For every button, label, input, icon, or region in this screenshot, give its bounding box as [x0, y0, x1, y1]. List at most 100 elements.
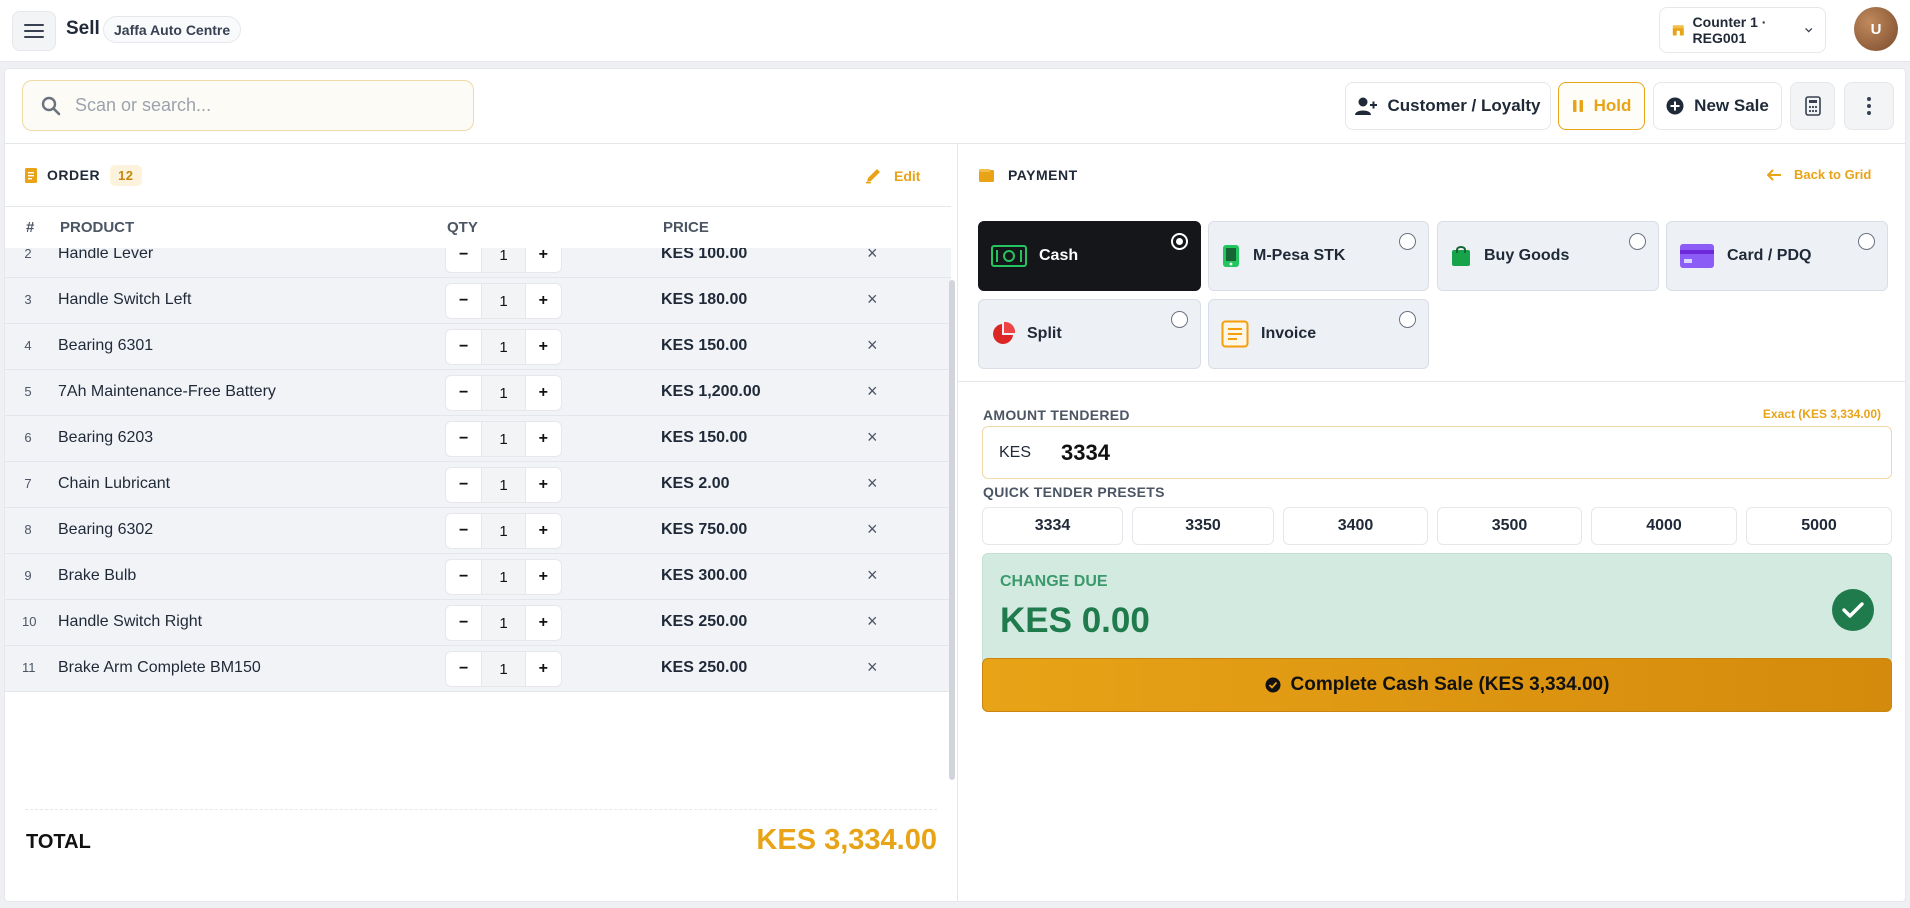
increase-qty-button[interactable]: + [526, 422, 561, 456]
column-index: # [26, 219, 35, 236]
amount-tendered-input[interactable] [1061, 439, 1762, 466]
decrease-qty-button[interactable]: − [446, 248, 481, 272]
quantity-value[interactable]: 1 [481, 560, 526, 594]
increase-qty-button[interactable]: + [526, 248, 561, 272]
payment-divider [958, 381, 1905, 382]
preset-button[interactable]: 3500 [1437, 507, 1582, 545]
order-row: 5 7Ah Maintenance-Free Battery −1 + KES 1,20… [5, 370, 951, 416]
increase-qty-button[interactable]: + [526, 606, 561, 640]
decrease-qty-button[interactable]: − [446, 330, 481, 364]
remove-item-button[interactable]: × [867, 427, 878, 448]
product-name: 7Ah Maintenance-Free Battery [58, 383, 276, 400]
decrease-qty-button[interactable]: − [446, 606, 481, 640]
increase-qty-button[interactable]: + [526, 514, 561, 548]
product-price: KES 250.00 [661, 613, 748, 630]
quantity-value[interactable]: 1 [481, 330, 526, 364]
quantity-value[interactable]: 1 [481, 248, 526, 272]
remove-item-button[interactable]: × [867, 473, 878, 494]
row-index: 7 [24, 476, 32, 491]
decrease-qty-button[interactable]: − [446, 652, 481, 686]
increase-qty-button[interactable]: + [526, 284, 561, 318]
hold-label: Hold [1593, 96, 1632, 115]
remove-item-button[interactable]: × [867, 519, 878, 540]
increase-qty-button[interactable]: + [526, 652, 561, 686]
increase-qty-button[interactable]: + [526, 330, 561, 364]
order-row: 7 Chain Lubricant −1 + KES 2.00 × [5, 462, 951, 508]
calculator-button[interactable] [1790, 82, 1835, 130]
quantity-value[interactable]: 1 [481, 284, 526, 318]
row-index: 11 [22, 660, 36, 675]
edit-order-button[interactable]: Edit [865, 167, 920, 184]
row-index: 2 [24, 248, 32, 261]
payment-method-card[interactable]: Card / PDQ [1666, 221, 1888, 291]
order-list-scrollbar[interactable] [949, 280, 955, 780]
product-name: Bearing 6203 [58, 429, 154, 446]
remove-item-button[interactable]: × [867, 565, 878, 586]
complete-sale-button[interactable]: Complete Cash Sale (KES 3,334.00) [982, 658, 1892, 712]
total-divider [25, 809, 937, 810]
payment-method-invoice[interactable]: Invoice [1208, 299, 1429, 369]
search-input[interactable] [75, 95, 435, 116]
preset-button[interactable]: 5000 [1746, 507, 1892, 545]
product-price: KES 300.00 [661, 567, 748, 584]
store-badge: Jaffa Auto Centre [103, 16, 242, 43]
customer-loyalty-button[interactable]: Customer / Loyalty [1345, 82, 1551, 130]
preset-button[interactable]: 3400 [1283, 507, 1428, 545]
decrease-qty-button[interactable]: − [446, 284, 481, 318]
quantity-stepper: −1 + [445, 559, 562, 595]
remove-item-button[interactable]: × [867, 289, 878, 310]
decrease-qty-button[interactable]: − [446, 514, 481, 548]
counter-select[interactable]: Counter 1 · REG001 [1659, 7, 1826, 53]
pencil-icon [866, 169, 880, 184]
new-sale-button[interactable]: New Sale [1653, 82, 1782, 130]
quantity-value[interactable]: 1 [481, 376, 526, 410]
remove-item-button[interactable]: × [867, 381, 878, 402]
increase-qty-button[interactable]: + [526, 468, 561, 502]
increase-qty-button[interactable]: + [526, 560, 561, 594]
exact-amount-button[interactable]: Exact (KES 3,334.00) [1645, 407, 1881, 421]
quantity-value[interactable]: 1 [481, 652, 526, 686]
payment-method-buy-goods[interactable]: Buy Goods [1437, 221, 1659, 291]
menu-button[interactable] [12, 11, 56, 51]
top-bar: Sell Jaffa Auto Centre Counter 1 · REG00… [0, 0, 1910, 62]
avatar[interactable]: U [1854, 7, 1898, 51]
product-price: KES 750.00 [661, 521, 748, 538]
order-heading: ORDER [47, 167, 101, 183]
remove-item-button[interactable]: × [867, 248, 878, 264]
chevron-down-icon [1804, 27, 1812, 33]
preset-button[interactable]: 4000 [1591, 507, 1737, 545]
preset-button[interactable]: 3334 [982, 507, 1123, 545]
payment-method-mpesa[interactable]: M-Pesa STK [1208, 221, 1429, 291]
order-table-header: # PRODUCT QTY PRICE [5, 206, 951, 248]
payment-method-radio[interactable] [1171, 233, 1188, 250]
amount-tendered-field[interactable]: KES [982, 426, 1892, 479]
payment-method-radio[interactable] [1858, 233, 1875, 250]
decrease-qty-button[interactable]: − [446, 468, 481, 502]
quantity-value[interactable]: 1 [481, 468, 526, 502]
payment-method-radio[interactable] [1171, 311, 1188, 328]
quantity-value[interactable]: 1 [481, 514, 526, 548]
pie-chart-icon [993, 322, 1015, 344]
search-box[interactable] [22, 80, 474, 131]
decrease-qty-button[interactable]: − [446, 560, 481, 594]
payment-method-radio[interactable] [1399, 233, 1416, 250]
back-to-grid-button[interactable]: Back to Grid [1767, 167, 1871, 182]
quantity-value[interactable]: 1 [481, 606, 526, 640]
decrease-qty-button[interactable]: − [446, 376, 481, 410]
decrease-qty-button[interactable]: − [446, 422, 481, 456]
payment-method-cash[interactable]: Cash [978, 221, 1201, 291]
more-options-button[interactable] [1844, 82, 1894, 130]
payment-method-radio[interactable] [1399, 311, 1416, 328]
product-name: Brake Arm Complete BM150 [58, 659, 261, 676]
remove-item-button[interactable]: × [867, 335, 878, 356]
increase-qty-button[interactable]: + [526, 376, 561, 410]
quantity-stepper: −1 + [445, 248, 562, 273]
payment-method-split[interactable]: Split [978, 299, 1201, 369]
preset-button[interactable]: 3350 [1132, 507, 1274, 545]
hold-button[interactable]: Hold [1558, 82, 1645, 130]
remove-item-button[interactable]: × [867, 611, 878, 632]
pause-icon [1572, 100, 1583, 112]
payment-method-radio[interactable] [1629, 233, 1646, 250]
quantity-value[interactable]: 1 [481, 422, 526, 456]
remove-item-button[interactable]: × [867, 657, 878, 678]
